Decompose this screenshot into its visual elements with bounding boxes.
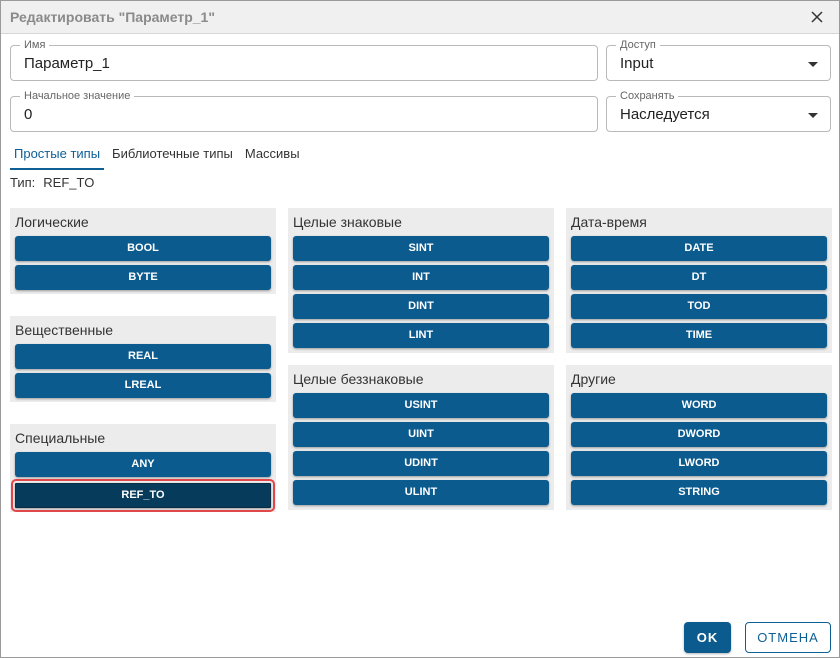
type-button-bool[interactable]: BOOL <box>15 236 271 261</box>
access-select-value: Input <box>620 55 654 72</box>
tab-library-types[interactable]: Библиотечные типы <box>108 144 237 170</box>
type-button-ref-to[interactable]: REF_TO <box>11 479 275 512</box>
name-input[interactable] <box>11 46 597 80</box>
group-other: Другие WORD DWORD LWORD STRING <box>566 365 832 510</box>
selected-type-row: Тип: REF_TO <box>10 175 94 190</box>
edit-parameter-dialog: Редактировать "Параметр_1" Имя Доступ In… <box>0 0 840 658</box>
save-select[interactable]: Сохранять Наследуется <box>606 90 831 132</box>
group-special-title: Специальные <box>15 430 106 446</box>
access-select-label: Доступ <box>616 39 660 51</box>
type-button-udint[interactable]: UDINT <box>293 451 549 476</box>
save-select-value: Наследуется <box>620 106 710 123</box>
group-logical: Логические BOOL BYTE <box>10 208 276 294</box>
group-special: Специальные ANY REF_TO <box>10 424 276 512</box>
type-button-date[interactable]: DATE <box>571 236 827 261</box>
initial-value-input[interactable] <box>11 97 597 131</box>
close-icon[interactable] <box>807 7 827 27</box>
group-signed-integers: Целые знаковые SINT INT DINT LINT <box>288 208 554 353</box>
save-select-label: Сохранять <box>616 90 679 102</box>
type-button-sint[interactable]: SINT <box>293 236 549 261</box>
tab-simple-types[interactable]: Простые типы <box>10 144 105 170</box>
group-datetime: Дата-время DATE DT TOD TIME <box>566 208 832 353</box>
chevron-down-icon <box>808 113 818 118</box>
type-button-time[interactable]: TIME <box>571 323 827 348</box>
group-real: Вещественные REAL LREAL <box>10 316 276 402</box>
cancel-button[interactable]: ОТМЕНА <box>745 622 831 653</box>
type-value: REF_TO <box>43 175 95 190</box>
group-unsigned-title: Целые беззнаковые <box>293 371 424 387</box>
type-button-dword[interactable]: DWORD <box>571 422 827 447</box>
type-button-dint[interactable]: DINT <box>293 294 549 319</box>
chevron-down-icon <box>808 62 818 67</box>
type-button-uint[interactable]: UINT <box>293 422 549 447</box>
group-datetime-title: Дата-время <box>571 214 647 230</box>
type-button-word[interactable]: WORD <box>571 393 827 418</box>
group-real-title: Вещественные <box>15 322 114 338</box>
type-button-any[interactable]: ANY <box>15 452 271 477</box>
name-field: Имя <box>10 39 598 81</box>
type-button-lreal[interactable]: LREAL <box>15 373 271 398</box>
group-unsigned-integers: Целые беззнаковые USINT UINT UDINT ULINT <box>288 365 554 510</box>
type-button-usint[interactable]: USINT <box>293 393 549 418</box>
ok-button[interactable]: OK <box>684 622 731 653</box>
type-button-real[interactable]: REAL <box>15 344 271 369</box>
dialog-title: Редактировать "Параметр_1" <box>10 9 215 25</box>
initial-value-field: Начальное значение <box>10 90 598 132</box>
type-button-lword[interactable]: LWORD <box>571 451 827 476</box>
type-button-ulint[interactable]: ULINT <box>293 480 549 505</box>
type-button-int[interactable]: INT <box>293 265 549 290</box>
type-button-string[interactable]: STRING <box>571 480 827 505</box>
access-select[interactable]: Доступ Input <box>606 39 831 81</box>
dialog-titlebar: Редактировать "Параметр_1" <box>1 1 839 34</box>
type-tabs: Простые типы Библиотечные типы Массивы <box>10 144 304 170</box>
group-other-title: Другие <box>571 371 616 387</box>
type-button-lint[interactable]: LINT <box>293 323 549 348</box>
tab-arrays[interactable]: Массивы <box>241 144 304 170</box>
type-label: Тип: <box>10 175 36 190</box>
type-button-tod[interactable]: TOD <box>571 294 827 319</box>
type-button-byte[interactable]: BYTE <box>15 265 271 290</box>
group-logical-title: Логические <box>15 214 89 230</box>
group-signed-title: Целые знаковые <box>293 214 402 230</box>
type-button-dt[interactable]: DT <box>571 265 827 290</box>
